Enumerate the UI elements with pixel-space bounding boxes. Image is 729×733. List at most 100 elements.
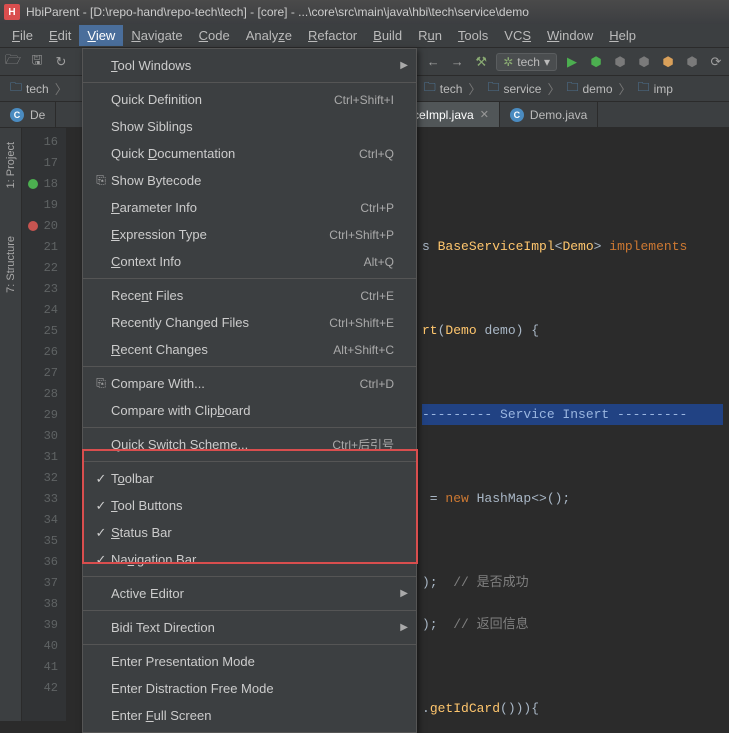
menu-active-editor[interactable]: Active Editor ▶	[83, 580, 416, 607]
menu-navigation-bar-toggle[interactable]: ✓ Navigation Bar	[83, 546, 416, 573]
gutter-line: 24	[22, 299, 66, 320]
gutter-line: 41	[22, 656, 66, 677]
editor-tab-2[interactable]: C Demo.java	[500, 102, 598, 127]
refresh-icon[interactable]: ↻	[52, 53, 70, 71]
menu-window[interactable]: Window	[539, 25, 601, 46]
menu-recently-changed-files[interactable]: Recently Changed Files Ctrl+Shift+E	[83, 309, 416, 336]
check-icon: ✓	[91, 498, 111, 514]
tab-label: Demo.java	[530, 108, 587, 122]
crumb-1[interactable]: 🗀tech	[418, 76, 469, 101]
menu-run[interactable]: Run	[410, 25, 450, 46]
menu-compare-clipboard[interactable]: Compare with Clipboard	[83, 397, 416, 424]
menu-bar: File Edit View Navigate Code Analyze Ref…	[0, 24, 729, 48]
back-icon[interactable]: ←	[424, 53, 442, 71]
separator	[83, 82, 416, 83]
debug-icon[interactable]: ⬢	[587, 53, 605, 71]
menu-tools[interactable]: Tools	[450, 25, 496, 46]
separator	[83, 576, 416, 577]
submenu-arrow-icon: ▶	[400, 622, 408, 633]
folder-icon: 🗀	[10, 78, 22, 99]
editor-tab-0[interactable]: C De	[0, 102, 56, 127]
menu-compare-with[interactable]: ⎘ Compare With... Ctrl+D	[83, 370, 416, 397]
menu-file[interactable]: File	[4, 25, 41, 46]
menu-analyze[interactable]: Analyze	[238, 25, 300, 46]
gutter-line: 18	[22, 173, 66, 194]
menu-quick-definition[interactable]: Quick Definition Ctrl+Shift+I	[83, 86, 416, 113]
menu-expression-type[interactable]: Expression Type Ctrl+Shift+P	[83, 221, 416, 248]
side-tab-project[interactable]: 1: Project	[3, 138, 19, 192]
open-icon[interactable]: 🗁	[4, 53, 22, 71]
menu-context-info[interactable]: Context Info Alt+Q	[83, 248, 416, 275]
menu-help[interactable]: Help	[601, 25, 644, 46]
menu-show-siblings[interactable]: Show Siblings	[83, 113, 416, 140]
gutter-line: 27	[22, 362, 66, 383]
menu-distraction-free-mode[interactable]: Enter Distraction Free Mode	[83, 675, 416, 702]
separator	[83, 461, 416, 462]
menu-navigate[interactable]: Navigate	[123, 25, 190, 46]
menu-parameter-info[interactable]: Parameter Info Ctrl+P	[83, 194, 416, 221]
gutter-line: 20	[22, 215, 66, 236]
menu-view[interactable]: View	[79, 25, 123, 46]
view-menu-dropdown: Tool Windows ▶ Quick Definition Ctrl+Shi…	[82, 48, 417, 733]
breakpoint-icon[interactable]	[28, 221, 38, 231]
crumb-3[interactable]: 🗀demo	[560, 76, 618, 101]
crumb-4[interactable]: 🗀imp	[632, 76, 679, 101]
separator	[83, 366, 416, 367]
crumb-2[interactable]: 🗀service	[481, 76, 547, 101]
gutter-line: 21	[22, 236, 66, 257]
hammer-icon[interactable]: ⚒	[472, 53, 490, 71]
menu-full-screen[interactable]: Enter Full Screen	[83, 702, 416, 729]
gutter-line: 19	[22, 194, 66, 215]
title-bar: H HbiParent - [D:\repo-hand\repo-tech\te…	[0, 0, 729, 24]
gutter-line: 37	[22, 572, 66, 593]
menu-quick-documentation[interactable]: Quick Documentation Ctrl+Q	[83, 140, 416, 167]
run-config-selector[interactable]: ✲ tech ▾	[496, 53, 557, 71]
gutter-line: 16	[22, 131, 66, 152]
compare-icon: ⎘	[91, 376, 111, 391]
separator	[83, 278, 416, 279]
folder-icon: 🗀	[566, 78, 578, 99]
crumb-0[interactable]: 🗀tech	[4, 76, 55, 101]
profile-icon[interactable]: ⬢	[635, 53, 653, 71]
override-marker-icon[interactable]	[28, 179, 38, 189]
section-separator: --------- Service Insert ---------	[422, 404, 723, 425]
menu-show-bytecode[interactable]: ⎘ Show Bytecode	[83, 167, 416, 194]
menu-tool-buttons-toggle[interactable]: ✓ Tool Buttons	[83, 492, 416, 519]
menu-recent-files[interactable]: Recent Files Ctrl+E	[83, 282, 416, 309]
menu-tool-windows[interactable]: Tool Windows ▶	[83, 52, 416, 79]
check-icon: ✓	[91, 471, 111, 487]
more-icon[interactable]: ⟳	[707, 53, 725, 71]
save-icon[interactable]: 🖫	[28, 53, 46, 71]
gutter-line: 38	[22, 593, 66, 614]
side-tab-structure[interactable]: 7: Structure	[3, 232, 19, 297]
menu-code[interactable]: Code	[191, 25, 238, 46]
menu-vcs[interactable]: VCS	[496, 25, 539, 46]
submenu-arrow-icon: ▶	[400, 60, 408, 71]
forward-icon[interactable]: →	[448, 53, 466, 71]
gutter-line: 30	[22, 425, 66, 446]
menu-toolbar-toggle[interactable]: ✓ Toolbar	[83, 465, 416, 492]
submenu-arrow-icon: ▶	[400, 588, 408, 599]
run-icon[interactable]: ▶	[563, 53, 581, 71]
class-icon: C	[10, 108, 24, 122]
menu-recent-changes[interactable]: Recent Changes Alt+Shift+C	[83, 336, 416, 363]
side-strip: 1: Project 7: Structure	[0, 128, 22, 721]
menu-edit[interactable]: Edit	[41, 25, 79, 46]
gutter-line: 26	[22, 341, 66, 362]
menu-refactor[interactable]: Refactor	[300, 25, 365, 46]
class-icon: C	[510, 108, 524, 122]
gutter-line: 25	[22, 320, 66, 341]
gutter-line: 36	[22, 551, 66, 572]
stop-icon[interactable]: ⬢	[683, 53, 701, 71]
close-icon[interactable]: ✕	[480, 108, 489, 121]
menu-status-bar-toggle[interactable]: ✓ Status Bar	[83, 519, 416, 546]
bytecode-icon: ⎘	[91, 173, 111, 188]
chevron-down-icon: ▾	[544, 55, 550, 69]
menu-quick-switch-scheme[interactable]: Quick Switch Scheme... Ctrl+后引号	[83, 431, 416, 458]
menu-build[interactable]: Build	[365, 25, 410, 46]
coverage-icon[interactable]: ⬢	[611, 53, 629, 71]
folder-icon: 🗀	[638, 78, 650, 99]
attach-icon[interactable]: ⬢	[659, 53, 677, 71]
menu-bidi[interactable]: Bidi Text Direction ▶	[83, 614, 416, 641]
menu-presentation-mode[interactable]: Enter Presentation Mode	[83, 648, 416, 675]
